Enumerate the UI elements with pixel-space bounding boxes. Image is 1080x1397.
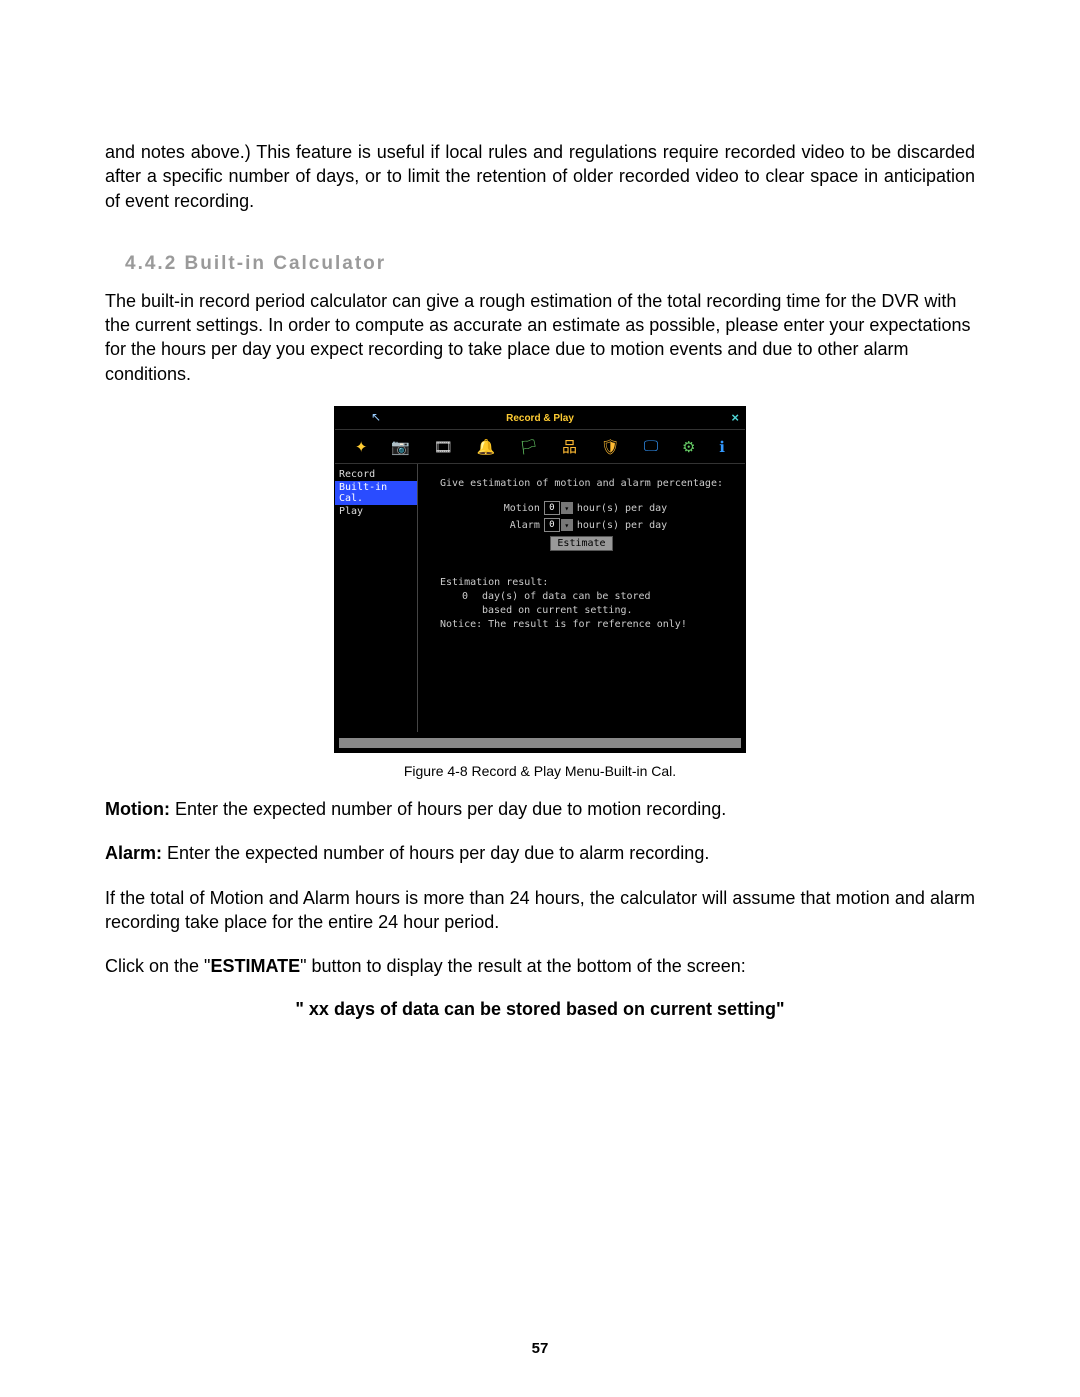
motion-definition: Motion: Enter the expected number of hou…	[105, 797, 975, 821]
days-value: 0	[440, 591, 482, 602]
alarm-def-text: Enter the expected number of hours per d…	[162, 843, 709, 863]
toolbar: ✦ 📷 🎞 🔔 🏳 品 🛡 🖵 ⚙ ℹ	[335, 430, 745, 464]
motion-label: Motion	[496, 503, 540, 514]
motion-units: hour(s) per day	[577, 503, 667, 514]
result-header: Estimation result:	[440, 577, 737, 588]
estimate-button[interactable]: Estimate	[550, 536, 612, 551]
days-line: 0day(s) of data can be stored	[440, 591, 737, 602]
window-title: Record & Play	[506, 413, 574, 424]
record-play-screenshot: ↖ Record & Play × ✦ 📷 🎞 🔔 🏳 品 🛡 🖵 ⚙ ℹ Re…	[334, 406, 746, 753]
result-block: Estimation result: 0day(s) of data can b…	[440, 577, 737, 630]
main-panel: Give estimation of motion and alarm perc…	[418, 464, 745, 732]
clock-flag-icon[interactable]: 🏳	[519, 438, 538, 456]
motion-def-text: Enter the expected number of hours per d…	[170, 799, 726, 819]
alarm-spinner-button[interactable]: ▾	[561, 519, 573, 531]
statusbar	[339, 738, 741, 748]
motion-def-label: Motion:	[105, 799, 170, 819]
bell-icon[interactable]: 🔔	[477, 438, 496, 456]
cursor-icon: ↖	[371, 410, 381, 424]
motion-value[interactable]: 0	[544, 501, 560, 515]
alarm-spinner[interactable]: 0 ▾	[544, 518, 573, 532]
sidebar-item-play[interactable]: Play	[335, 505, 417, 518]
security-icon[interactable]: 🛡	[601, 438, 620, 456]
reel-icon[interactable]: 🎞	[434, 438, 453, 456]
sparkle-icon[interactable]: ✦	[355, 438, 368, 456]
monitor-icon[interactable]: 🖵	[644, 438, 658, 455]
sidebar-item-builtin-cal[interactable]: Built-in Cal.	[335, 481, 417, 505]
figure-caption: Figure 4-8 Record & Play Menu-Built-in C…	[105, 763, 975, 779]
window-titlebar: ↖ Record & Play ×	[335, 407, 745, 430]
alarm-label: Alarm	[496, 520, 540, 531]
alarm-value[interactable]: 0	[544, 518, 560, 532]
motion-spinner-button[interactable]: ▾	[561, 502, 573, 514]
alarm-units: hour(s) per day	[577, 520, 667, 531]
result-quote: " xx days of data can be stored based on…	[105, 999, 975, 1020]
based-line: based on current setting.	[440, 605, 737, 616]
info-icon[interactable]: ℹ	[719, 438, 725, 456]
alarm-def-label: Alarm:	[105, 843, 162, 863]
close-icon[interactable]: ×	[731, 410, 739, 425]
notice-line: Notice: The result is for reference only…	[440, 619, 737, 630]
estimate-row: Estimate	[426, 536, 737, 551]
gear-icon[interactable]: ⚙	[682, 438, 695, 456]
instruction-text: Give estimation of motion and alarm perc…	[426, 478, 737, 489]
click-post: " button to display the result at the bo…	[300, 956, 746, 976]
sidebar-item-record[interactable]: Record	[335, 468, 417, 481]
calculator-description: The built-in record period calculator ca…	[105, 289, 975, 386]
alarm-definition: Alarm: Enter the expected number of hour…	[105, 841, 975, 865]
section-heading: 4.4.2 Built-in Calculator	[125, 253, 975, 275]
alarm-row: Alarm 0 ▾ hour(s) per day	[426, 518, 737, 532]
sidebar: Record Built-in Cal. Play	[335, 464, 418, 732]
click-pre: Click on the "	[105, 956, 210, 976]
click-sentence: Click on the "ESTIMATE" button to displa…	[105, 954, 975, 978]
network-icon[interactable]: 品	[562, 436, 577, 457]
intro-paragraph: and notes above.) This feature is useful…	[105, 140, 975, 213]
motion-spinner[interactable]: 0 ▾	[544, 501, 573, 515]
click-button-word: ESTIMATE	[210, 956, 300, 976]
overflow-paragraph: If the total of Motion and Alarm hours i…	[105, 886, 975, 935]
camera-icon[interactable]: 📷	[391, 438, 410, 456]
days-text: day(s) of data can be stored	[482, 591, 651, 602]
motion-row: Motion 0 ▾ hour(s) per day	[426, 501, 737, 515]
page-number: 57	[532, 1340, 549, 1357]
